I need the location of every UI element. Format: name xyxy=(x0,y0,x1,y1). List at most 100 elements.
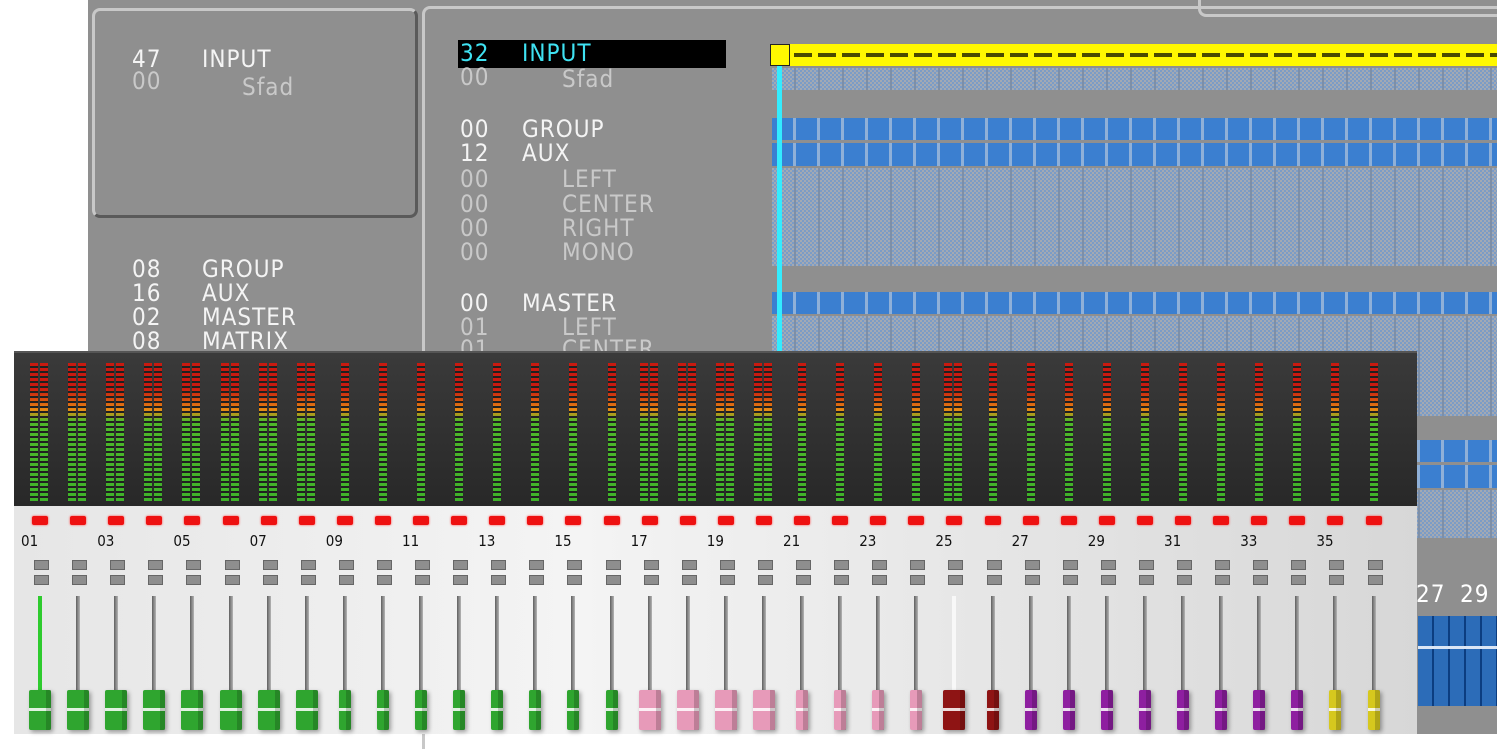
select-button[interactable] xyxy=(1291,560,1307,570)
fader-knob[interactable] xyxy=(376,690,389,730)
fader-knob[interactable] xyxy=(491,690,504,730)
mute-button[interactable] xyxy=(1291,575,1307,585)
fader-knob[interactable] xyxy=(605,690,618,730)
mute-button[interactable] xyxy=(1062,575,1078,585)
select-button[interactable] xyxy=(605,560,621,570)
peak-led[interactable] xyxy=(1022,516,1039,525)
fader-knob[interactable] xyxy=(1177,690,1189,730)
mute-button[interactable] xyxy=(834,575,850,585)
fader-knob[interactable] xyxy=(67,690,90,730)
select-button[interactable] xyxy=(1100,560,1116,570)
mute-button[interactable] xyxy=(376,575,392,585)
peak-led[interactable] xyxy=(32,516,48,525)
select-button[interactable] xyxy=(148,560,164,570)
fader-knob[interactable] xyxy=(943,690,966,730)
routing-row-label[interactable]: MONO xyxy=(562,240,635,264)
fader-knob[interactable] xyxy=(338,690,351,730)
routing-row-num[interactable]: 32 xyxy=(460,41,489,65)
fader-knob[interactable] xyxy=(752,690,775,730)
routing-row-num[interactable]: 00 xyxy=(460,192,489,216)
select-button[interactable] xyxy=(453,560,469,570)
peak-led[interactable] xyxy=(1327,516,1344,525)
select-button[interactable] xyxy=(872,560,888,570)
mute-button[interactable] xyxy=(148,575,164,585)
mute-button[interactable] xyxy=(262,575,278,585)
fader-knob[interactable] xyxy=(29,690,51,730)
routing-row-label[interactable]: MASTER xyxy=(522,291,617,315)
routing-row-num[interactable]: 00 xyxy=(460,216,489,240)
peak-led[interactable] xyxy=(946,516,963,525)
fader-knob[interactable] xyxy=(1062,690,1075,730)
mute-button[interactable] xyxy=(1024,575,1040,585)
mute-button[interactable] xyxy=(1367,575,1383,585)
routing-row-label[interactable]: Sfad xyxy=(562,67,614,91)
select-button[interactable] xyxy=(1329,560,1345,570)
fader-knob[interactable] xyxy=(910,690,923,730)
select-button[interactable] xyxy=(415,560,430,570)
mute-button[interactable] xyxy=(948,575,964,585)
peak-led[interactable] xyxy=(70,516,87,525)
mute-button[interactable] xyxy=(529,575,545,585)
grid-row[interactable] xyxy=(772,68,1497,90)
peak-led[interactable] xyxy=(336,516,353,525)
mute-button[interactable] xyxy=(681,575,697,585)
routing-row-label[interactable]: LEFT xyxy=(562,167,617,191)
fader-knob[interactable] xyxy=(1024,690,1037,730)
mute-button[interactable] xyxy=(224,575,240,585)
select-button[interactable] xyxy=(1138,560,1154,570)
select-button[interactable] xyxy=(1367,560,1383,570)
peak-led[interactable] xyxy=(755,516,772,525)
select-button[interactable] xyxy=(262,560,278,570)
select-button[interactable] xyxy=(834,560,850,570)
mute-button[interactable] xyxy=(1329,575,1345,585)
peak-led[interactable] xyxy=(413,516,429,525)
fader-knob[interactable] xyxy=(986,690,999,730)
select-button[interactable] xyxy=(567,560,583,570)
peak-led[interactable] xyxy=(832,516,849,525)
grid-row[interactable] xyxy=(772,118,1497,166)
select-button[interactable] xyxy=(643,560,659,570)
fader-knob[interactable] xyxy=(257,690,280,730)
mute-button[interactable] xyxy=(415,575,430,585)
routing-row-num[interactable]: 12 xyxy=(460,141,489,165)
peak-led[interactable] xyxy=(222,516,239,525)
peak-led[interactable] xyxy=(908,516,925,525)
mute-button[interactable] xyxy=(567,575,583,585)
fader-knob[interactable] xyxy=(1138,690,1151,730)
select-button[interactable] xyxy=(1024,560,1040,570)
select-button[interactable] xyxy=(529,560,545,570)
fader-knob[interactable] xyxy=(1291,690,1304,730)
routing-row-label[interactable]: RIGHT xyxy=(562,216,635,240)
fader-knob[interactable] xyxy=(181,690,204,730)
peak-led[interactable] xyxy=(679,516,696,525)
selected-row-highlight[interactable] xyxy=(458,40,726,68)
fader-knob[interactable] xyxy=(676,690,699,730)
peak-led[interactable] xyxy=(1289,516,1306,525)
fader-knob[interactable] xyxy=(714,690,737,730)
routing-row-label[interactable]: INPUT xyxy=(522,41,592,65)
mute-button[interactable] xyxy=(1100,575,1116,585)
mute-button[interactable] xyxy=(872,575,888,585)
fader-knob[interactable] xyxy=(453,690,466,730)
mute-button[interactable] xyxy=(110,575,126,585)
mute-button[interactable] xyxy=(300,575,316,585)
routing-row-num[interactable]: 00 xyxy=(460,117,489,141)
select-button[interactable] xyxy=(1177,560,1192,570)
grid-corner-marker[interactable] xyxy=(770,44,790,66)
fader-knob[interactable] xyxy=(567,690,580,730)
fader-knob[interactable] xyxy=(1329,690,1342,730)
select-button[interactable] xyxy=(681,560,697,570)
mute-button[interactable] xyxy=(338,575,354,585)
mute-button[interactable] xyxy=(34,575,49,585)
select-button[interactable] xyxy=(72,560,88,570)
peak-led[interactable] xyxy=(870,516,887,525)
select-button[interactable] xyxy=(376,560,392,570)
peak-led[interactable] xyxy=(1136,516,1153,525)
select-button[interactable] xyxy=(1215,560,1231,570)
select-button[interactable] xyxy=(1062,560,1078,570)
mute-button[interactable] xyxy=(1215,575,1231,585)
mute-button[interactable] xyxy=(453,575,469,585)
select-button[interactable] xyxy=(757,560,773,570)
select-button[interactable] xyxy=(491,560,507,570)
fader-knob[interactable] xyxy=(1367,690,1380,730)
